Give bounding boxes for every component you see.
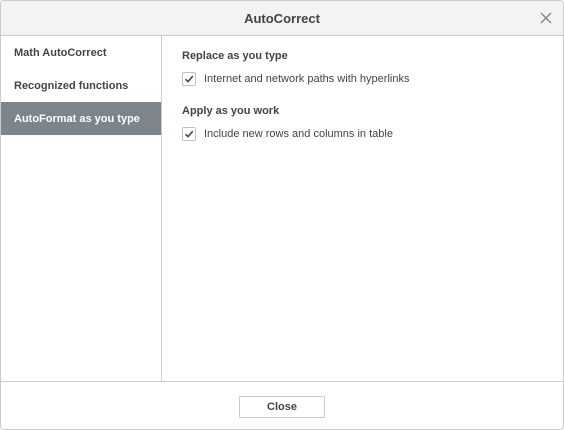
sidebar-item-label: Math AutoCorrect [14, 46, 107, 59]
dialog-footer: Close [1, 381, 563, 429]
sidebar-item-label: Recognized functions [14, 79, 129, 92]
sidebar-item-autoformat-as-you-type[interactable]: AutoFormat as you type [1, 102, 161, 135]
section-title-replace: Replace as you type [182, 50, 288, 62]
autocorrect-dialog: AutoCorrect Math AutoCorrect Recognized … [0, 0, 564, 430]
sidebar-item-recognized-functions[interactable]: Recognized functions [1, 69, 161, 102]
table-rows-columns-checkbox[interactable] [182, 127, 196, 141]
checkmark-icon [184, 75, 194, 83]
hyperlinks-checkbox[interactable] [182, 72, 196, 86]
table-rows-columns-label: Include new rows and columns in table [204, 128, 393, 140]
hyperlinks-label: Internet and network paths with hyperlin… [204, 73, 410, 85]
dialog-titlebar: AutoCorrect [1, 1, 563, 36]
option-table-rows-columns[interactable]: Include new rows and columns in table [182, 127, 563, 141]
dialog-title: AutoCorrect [244, 11, 320, 26]
autoformat-panel: Replace as you type Internet and network… [182, 36, 563, 141]
sidebar-item-label: AutoFormat as you type [14, 112, 140, 125]
section-title-apply: Apply as you work [182, 105, 280, 117]
close-icon[interactable] [539, 11, 553, 25]
option-hyperlinks[interactable]: Internet and network paths with hyperlin… [182, 72, 563, 86]
close-button[interactable]: Close [239, 396, 325, 418]
checkmark-icon [184, 130, 194, 138]
sidebar: Math AutoCorrect Recognized functions Au… [1, 36, 162, 381]
sidebar-item-math-autocorrect[interactable]: Math AutoCorrect [1, 36, 161, 69]
